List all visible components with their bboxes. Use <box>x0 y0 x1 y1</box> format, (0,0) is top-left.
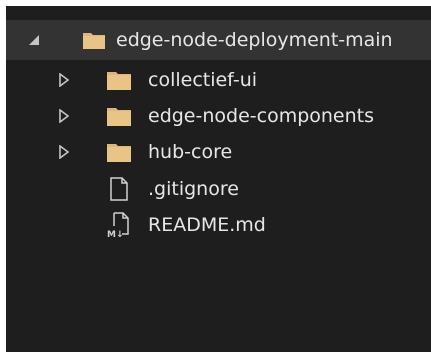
tree-item-label: edge-node-components <box>148 105 375 127</box>
tree-item-label: hub-core <box>148 141 233 163</box>
tree-root-folder[interactable]: edge-node-deployment-main <box>6 20 431 60</box>
collapsed-triangle-icon[interactable] <box>56 108 72 124</box>
tree-item-edge-node-components[interactable]: edge-node-components <box>6 98 431 134</box>
tree-item-gitignore[interactable]: .gitignore <box>6 171 431 207</box>
tree-item-hub-core[interactable]: hub-core <box>6 134 431 170</box>
tree-item-label: .gitignore <box>148 178 239 200</box>
tree-item-label: README.md <box>148 214 266 236</box>
markdown-badge-text: M↓ <box>107 230 124 238</box>
folder-icon <box>106 68 132 92</box>
root-folder-label: edge-node-deployment-main <box>116 29 393 51</box>
collapsed-triangle-icon[interactable] <box>56 72 72 88</box>
expanded-triangle-icon[interactable] <box>26 32 42 48</box>
folder-icon <box>106 104 132 128</box>
tree-item-collectief-ui[interactable]: collectief-ui <box>6 62 431 98</box>
folder-icon <box>106 140 132 164</box>
tree-item-label: collectief-ui <box>148 69 258 91</box>
folder-icon <box>82 29 106 51</box>
collapsed-triangle-icon[interactable] <box>56 144 72 160</box>
tree-item-readme[interactable]: M↓ README.md <box>6 207 431 243</box>
file-icon <box>106 177 132 201</box>
file-explorer-tree: edge-node-deployment-main collectief-ui … <box>6 6 431 352</box>
markdown-file-icon: M↓ <box>106 212 132 238</box>
